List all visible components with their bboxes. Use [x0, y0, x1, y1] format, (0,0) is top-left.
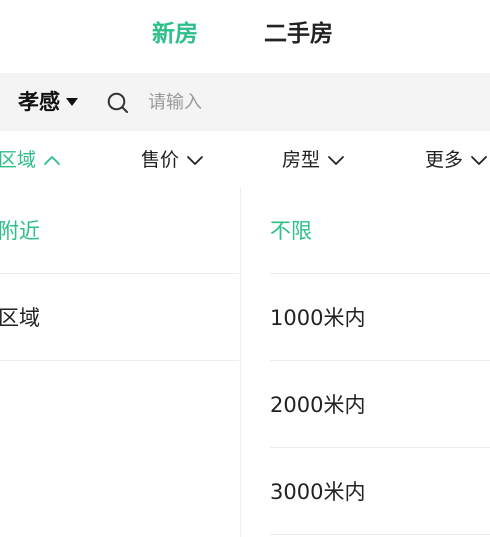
chevron-up-icon	[44, 156, 61, 165]
search-icon	[107, 92, 128, 113]
filter-more-label: 更多	[425, 149, 464, 171]
distance-option-label: 3000米内	[270, 480, 366, 504]
distance-option-label: 不限	[270, 219, 312, 243]
filter-area-label: 区域	[0, 149, 37, 171]
distance-option-label: 1000米内	[270, 306, 366, 330]
filter-layout-label: 房型	[282, 149, 321, 171]
filter-layout[interactable]: 房型	[282, 147, 345, 173]
chevron-down-icon	[328, 156, 345, 165]
filter-price-label: 售价	[141, 149, 180, 171]
distance-option-2000m[interactable]: 2000米内	[270, 361, 490, 448]
filter-area[interactable]: 区域	[0, 147, 61, 173]
area-category-list: 附近 区域	[0, 187, 239, 537]
chevron-down-icon	[187, 156, 204, 165]
top-tab-bar: 新房 二手房	[0, 0, 490, 70]
distance-option-1000m[interactable]: 1000米内	[270, 274, 490, 361]
category-district-label: 区域	[0, 306, 40, 330]
chevron-down-icon	[471, 156, 488, 165]
distance-option-3000m[interactable]: 3000米内	[270, 448, 490, 535]
distance-option-label: 2000米内	[270, 393, 366, 417]
city-selector[interactable]: 孝感	[18, 87, 60, 117]
tab-new-house[interactable]: 新房	[152, 18, 198, 50]
category-district[interactable]: 区域	[0, 274, 239, 361]
filter-more[interactable]: 更多	[425, 147, 488, 173]
filter-bar: 区域 售价 房型 更多	[0, 131, 490, 187]
category-nearby[interactable]: 附近	[0, 187, 239, 274]
distance-option-unlimited[interactable]: 不限	[270, 187, 490, 274]
search-input[interactable]	[148, 86, 468, 118]
tab-second-hand-house[interactable]: 二手房	[264, 18, 333, 50]
search-bar: 孝感	[0, 73, 490, 131]
filter-price[interactable]: 售价	[141, 147, 204, 173]
category-nearby-label: 附近	[0, 219, 40, 243]
distance-option-list: 不限 1000米内 2000米内 3000米内	[240, 187, 490, 537]
caret-down-icon[interactable]	[66, 98, 78, 106]
